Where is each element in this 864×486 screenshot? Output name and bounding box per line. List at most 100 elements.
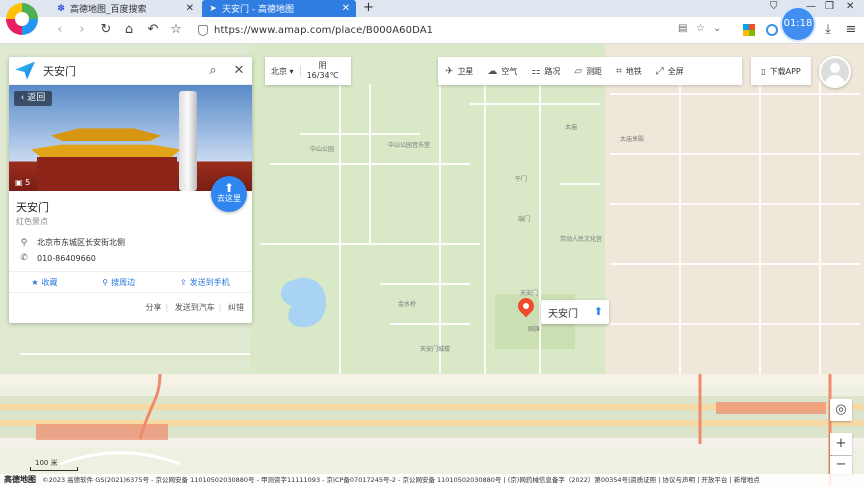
subway-label: 地铁 xyxy=(625,66,642,76)
zoom-out-button[interactable]: − xyxy=(830,456,852,474)
tab-amap[interactable]: ➤ 天安门 - 高德地图 ✕ xyxy=(202,0,356,17)
shirt-icon[interactable]: ⛉ xyxy=(770,1,778,12)
poi-label[interactable]: 天安门城楼 xyxy=(420,344,450,353)
report-error-link[interactable]: 纠错 xyxy=(228,303,244,312)
windows-icon[interactable] xyxy=(743,24,755,36)
clear-search-icon[interactable]: ✕ xyxy=(226,63,252,78)
reload-icon[interactable]: ↻ xyxy=(98,22,114,38)
tab-baidu-search[interactable]: ✽ 高德地图_百度搜索 ✕ xyxy=(50,0,200,17)
home-icon[interactable]: ⌂ xyxy=(121,22,137,38)
send-to-car-link[interactable]: 发送到汽车 xyxy=(175,303,215,312)
mobile-icon: ▯ xyxy=(761,66,766,76)
subway-button[interactable]: ⌗ 地铁 xyxy=(609,66,649,77)
divider: | xyxy=(218,303,222,312)
weather-info[interactable]: 阴 16/34℃ xyxy=(301,61,339,81)
place-category: 红色景点 xyxy=(16,217,48,226)
restore-icon[interactable]: ❐ xyxy=(825,1,834,12)
place-photo[interactable]: ‹ 返回 ▣ 5 xyxy=(9,85,252,191)
amap-tab-icon: ➤ xyxy=(209,3,217,14)
route-arrow-icon[interactable]: ⬆ xyxy=(594,305,603,318)
weather-text: 阴 xyxy=(318,61,327,70)
download-icon[interactable]: ⤓ xyxy=(820,22,836,38)
address-text: 北京市东城区长安街北侧 xyxy=(37,238,125,247)
traffic-button[interactable]: ⚏ 路况 xyxy=(524,66,567,77)
city-selector[interactable]: 北京 ▾ xyxy=(265,65,301,77)
satellite-button[interactable]: ✈ 卫星 xyxy=(438,66,480,77)
marker-label[interactable]: 天安门 ⬆ xyxy=(541,300,609,324)
poi-label[interactable]: 金水桥 xyxy=(398,299,416,308)
tab-title: 天安门 - 高德地图 xyxy=(222,5,294,15)
forward-icon[interactable]: › xyxy=(74,22,90,38)
location-marker[interactable] xyxy=(514,294,538,320)
search-input[interactable] xyxy=(43,64,200,77)
browser-logo-icon[interactable] xyxy=(6,3,38,35)
address-bar[interactable]: https://www.amap.com/place/B000A60DA1 ▤ … xyxy=(190,21,730,40)
fullscreen-button[interactable]: ⤢ 全屏 xyxy=(649,66,691,77)
marker-label-text: 天安门 xyxy=(548,308,578,320)
subway-station-west xyxy=(36,424,168,440)
fullscreen-label: 全屏 xyxy=(667,66,684,76)
new-tab-button[interactable]: + xyxy=(363,0,374,15)
satellite-label: 卫星 xyxy=(457,66,474,76)
subway-icon: ⌗ xyxy=(616,65,622,77)
place-name: 天安门 xyxy=(16,201,49,214)
search-icon[interactable]: ⌕ xyxy=(200,63,226,78)
ie-icon[interactable] xyxy=(766,24,778,36)
clock-badge[interactable]: 01:18 xyxy=(782,8,814,40)
favorite-star-icon[interactable]: ☆ xyxy=(168,22,184,38)
place-panel: ⌕ ✕ ‹ 返回 ▣ 5 ⬆ 去这里 天安门 红色景点 ⚲ 北京市东城区长安街北… xyxy=(9,57,252,323)
baidu-paw-icon: ✽ xyxy=(57,3,65,14)
location-pin-icon: ⚲ xyxy=(20,237,28,248)
download-app-label: 下载APP xyxy=(769,66,801,76)
photo-count[interactable]: ▣ 5 xyxy=(15,178,30,187)
zoom-in-button[interactable]: + xyxy=(830,433,852,455)
go-here-button[interactable]: ⬆ 去这里 xyxy=(211,176,247,212)
security-shield-icon xyxy=(198,25,208,36)
locate-me-button[interactable]: ◎ xyxy=(830,399,852,421)
poi-label[interactable]: 劳动人民文化宫 xyxy=(560,234,602,243)
share-link[interactable]: 分享 xyxy=(146,303,162,312)
browser-window: ✽ 高德地图_百度搜索 ✕ ➤ 天安门 - 高德地图 ✕ + ⛉ — ❐ ✕ ‹… xyxy=(0,0,864,486)
star-icon: ★ xyxy=(31,277,39,287)
reader-icon[interactable]: ▤ xyxy=(678,23,687,34)
close-tab-icon[interactable]: ✕ xyxy=(342,3,350,14)
map-copyright-bar: 高德地图 ©2023 高德软件 GS(2021)6375号 - 京公网安备 11… xyxy=(0,474,864,486)
favorite-button[interactable]: ★ 收藏 xyxy=(31,277,57,288)
dropdown-chevron-icon[interactable]: ⌄ xyxy=(713,23,721,34)
poi-label[interactable]: 太庙享殿 xyxy=(620,134,644,143)
marker-dot xyxy=(523,303,529,309)
url-text[interactable]: https://www.amap.com/place/B000A60DA1 xyxy=(214,25,433,36)
search-nearby-button[interactable]: ⚲ 搜周边 xyxy=(102,277,135,288)
menu-icon[interactable]: ≡ xyxy=(843,22,859,38)
ruler-label: 测距 xyxy=(586,66,603,76)
divider: | xyxy=(165,303,169,312)
back-button[interactable]: ‹ 返回 xyxy=(14,91,52,106)
undo-icon[interactable]: ↶ xyxy=(145,22,161,38)
amap-logo-icon[interactable] xyxy=(15,61,35,80)
poi-label[interactable]: 中山公园音乐堂 xyxy=(388,140,430,149)
poi-label[interactable]: 午门 xyxy=(515,174,527,183)
user-avatar[interactable] xyxy=(819,56,851,88)
air-button[interactable]: ☁ 空气 xyxy=(480,66,524,77)
close-window-icon[interactable]: ✕ xyxy=(846,1,854,12)
nearby-pin-icon: ⚲ xyxy=(102,277,109,287)
poi-label[interactable]: 端门 xyxy=(518,214,530,223)
bookmark-star-icon[interactable]: ☆ xyxy=(696,23,705,34)
address-line: ⚲ 北京市东城区长安街北侧 xyxy=(19,237,125,248)
download-app-button[interactable]: ▯ 下载APP xyxy=(751,57,811,85)
phone-send-icon: ⇪ xyxy=(179,277,187,287)
tab-bar: ✽ 高德地图_百度搜索 ✕ ➤ 天安门 - 高德地图 ✕ + ⛉ — ❐ ✕ xyxy=(0,0,864,17)
close-tab-icon[interactable]: ✕ xyxy=(186,3,194,14)
poi-label[interactable]: 中山公园 xyxy=(310,144,334,153)
back-icon[interactable]: ‹ xyxy=(52,22,68,38)
place-actions: ★ 收藏 ⚲ 搜周边 ⇪ 发送到手机 xyxy=(9,271,252,293)
poi-label[interactable]: 国旗 xyxy=(528,324,540,333)
fullscreen-icon: ⤢ xyxy=(655,65,664,77)
poi-label[interactable]: 太庙 xyxy=(565,122,577,131)
city-name: 北京 xyxy=(271,66,287,76)
amap-brand[interactable]: 高德地图 xyxy=(0,475,40,484)
send-to-phone-button[interactable]: ⇪ 发送到手机 xyxy=(180,277,230,288)
poi-label[interactable]: 天安门 xyxy=(520,288,538,297)
phone-text[interactable]: 010-86409660 xyxy=(37,254,96,263)
ruler-button[interactable]: ▱ 测距 xyxy=(567,66,609,77)
